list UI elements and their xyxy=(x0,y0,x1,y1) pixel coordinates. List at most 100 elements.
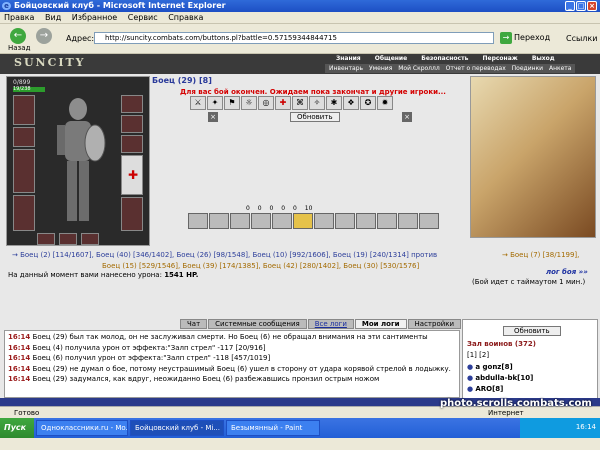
ring-slot-2[interactable] xyxy=(59,233,77,245)
armor-slot[interactable] xyxy=(13,195,35,231)
warrior-item[interactable]: ● abdulla-bk[10] xyxy=(467,373,533,384)
skill-icon-7[interactable] xyxy=(314,213,334,229)
nav-character[interactable]: Персонаж xyxy=(482,55,517,62)
skill-icon-6[interactable] xyxy=(293,213,313,229)
address-input[interactable] xyxy=(94,32,494,44)
shield-slot[interactable]: ✚ xyxy=(121,155,143,195)
earring-slot[interactable] xyxy=(121,95,143,113)
bracer-slot[interactable] xyxy=(121,115,143,133)
fight-log-link[interactable]: лог боя »» xyxy=(546,268,588,276)
action-icon-5[interactable]: ◎ xyxy=(258,96,274,110)
task-odnoklassniki[interactable]: Одноклассники.ru - Mo... xyxy=(36,420,128,436)
nav-security[interactable]: Безопасность xyxy=(421,55,468,62)
skill-icon-10[interactable] xyxy=(377,213,397,229)
nav-skills[interactable]: Умения xyxy=(369,65,392,72)
boots-slot[interactable] xyxy=(121,197,143,231)
sub-nav: Инвентарь Умения Мой Скроллл Отчет о пер… xyxy=(325,64,576,73)
start-button[interactable]: Пуск xyxy=(0,418,34,438)
menu-tools[interactable]: Сервис xyxy=(128,13,158,22)
action-icon-3[interactable]: ⚑ xyxy=(224,96,240,110)
tab-all-logs[interactable]: Все логи xyxy=(307,319,354,329)
tab-my-logs[interactable]: Мои логи xyxy=(354,319,407,329)
warriors-list: ● a gonz[8] ● abdulla-bk[10] ● ARO[8] xyxy=(467,362,533,395)
chat-text: Боец (4) получила урон от эффекта:"Залп … xyxy=(32,343,266,352)
chat-text: Боец (6) получил урон от эффекта:"Залп с… xyxy=(32,354,271,362)
go-button[interactable]: → Переход xyxy=(500,31,550,45)
action-icon-11[interactable]: ✪ xyxy=(360,96,376,110)
skill-icon-4[interactable] xyxy=(251,213,271,229)
helmet-slot[interactable] xyxy=(13,95,35,125)
skill-icon-11[interactable] xyxy=(398,213,418,229)
side-refresh-button[interactable]: Обновить xyxy=(503,326,561,336)
warriors-title: Зал воинов (372) xyxy=(467,340,536,348)
ring-slot-3[interactable] xyxy=(81,233,99,245)
menu-edit[interactable]: Правка xyxy=(4,13,34,22)
necklace-slot[interactable] xyxy=(13,127,35,147)
task-combats[interactable]: Бойцовский клуб - Mi... xyxy=(130,420,224,436)
action-icon-2[interactable]: ✦ xyxy=(207,96,223,110)
skill-icon-9[interactable] xyxy=(356,213,376,229)
nav-exit[interactable]: Выход xyxy=(532,55,555,62)
chat-line: 16:14 Боец (29) не думал о бое, потому н… xyxy=(8,364,456,375)
menu-help[interactable]: Справка xyxy=(168,13,203,22)
close-action-icon[interactable]: × xyxy=(208,112,218,122)
gloves-slot[interactable] xyxy=(121,135,143,153)
action-icon-9[interactable]: ✱ xyxy=(326,96,342,110)
nav-inventory[interactable]: Инвентарь xyxy=(329,65,363,72)
close-icon[interactable]: × xyxy=(587,1,597,11)
skill-icon-1[interactable] xyxy=(188,213,208,229)
forward-arrow-icon[interactable]: → xyxy=(36,28,52,44)
action-icon-1[interactable]: ⚔ xyxy=(190,96,206,110)
skill-icon-8[interactable] xyxy=(335,213,355,229)
nav-transfers[interactable]: Отчет о переводах xyxy=(446,65,506,72)
nav-knowledge[interactable]: Знания xyxy=(336,55,361,62)
nav-my-scroll[interactable]: Мой Скроллл xyxy=(398,65,439,72)
top-nav: Знания Общение Безопасность Персонаж Вых… xyxy=(330,55,561,63)
action-icon-7[interactable]: ⌘ xyxy=(292,96,308,110)
skill-icon-12[interactable] xyxy=(419,213,439,229)
action-icon-12[interactable]: ✹ xyxy=(377,96,393,110)
tab-settings[interactable]: Настройки xyxy=(407,319,462,329)
chat-time: 16:14 xyxy=(8,364,31,373)
action-icon-8[interactable]: ✧ xyxy=(309,96,325,110)
minimize-icon[interactable]: _ xyxy=(565,1,575,11)
back-arrow-icon[interactable]: ← xyxy=(10,28,26,44)
menu-view[interactable]: Вид xyxy=(45,13,61,22)
skill-icon-3[interactable] xyxy=(230,213,250,229)
damage-value: 1541 HP. xyxy=(164,271,199,279)
warriors-pages[interactable]: [1] [2] xyxy=(467,351,489,359)
cross-icon: ✚ xyxy=(128,168,139,182)
close-action-icon-right[interactable]: × xyxy=(402,112,412,122)
counter-2: 0 xyxy=(257,205,262,212)
counter-3: 0 xyxy=(269,205,274,212)
action-icon-6[interactable]: ✚ xyxy=(275,96,291,110)
nav-communication[interactable]: Общение xyxy=(375,55,407,62)
links-button[interactable]: Ссылки xyxy=(566,34,597,43)
skill-icon-5[interactable] xyxy=(272,213,292,229)
action-icon-4[interactable]: ☼ xyxy=(241,96,257,110)
nav-profile[interactable]: Анкета xyxy=(549,65,572,72)
chat-line: 16:14 Боец (6) получил урон от эффекта:"… xyxy=(8,353,456,364)
weapon-slot[interactable] xyxy=(13,149,35,193)
status-text: Готово xyxy=(14,409,40,417)
hp-text: 0/899 xyxy=(13,79,31,86)
menu-favorites[interactable]: Избранное xyxy=(72,13,117,22)
task-paint[interactable]: Безымянный - Paint xyxy=(226,420,320,436)
warrior-item[interactable]: ● a gonz[8] xyxy=(467,362,533,373)
system-tray: 16:14 xyxy=(520,418,600,438)
counter-5: 0 xyxy=(293,205,297,212)
warrior-item[interactable]: ● ARO[8] xyxy=(467,384,533,395)
action-icon-10[interactable]: ❖ xyxy=(343,96,359,110)
warriors-panel: Обновить Зал воинов (372) [1] [2] ● a go… xyxy=(462,319,598,405)
nav-fights[interactable]: Поединки xyxy=(512,65,543,72)
chat-time: 16:14 xyxy=(8,375,31,383)
chat-line: 16:14 Боец (29) был так молод, он не зас… xyxy=(8,332,456,343)
tab-system[interactable]: Системные сообщения xyxy=(208,319,307,329)
page-content: SUNCITY Знания Общение Безопасность Перс… xyxy=(0,54,600,406)
skill-icon-2[interactable] xyxy=(209,213,229,229)
back-button-label[interactable]: Назад xyxy=(8,44,30,52)
tab-chat[interactable]: Чат xyxy=(180,319,208,329)
refresh-button[interactable]: Обновить xyxy=(290,112,340,122)
ring-slot-1[interactable] xyxy=(37,233,55,245)
maximize-icon[interactable]: □ xyxy=(576,1,586,11)
